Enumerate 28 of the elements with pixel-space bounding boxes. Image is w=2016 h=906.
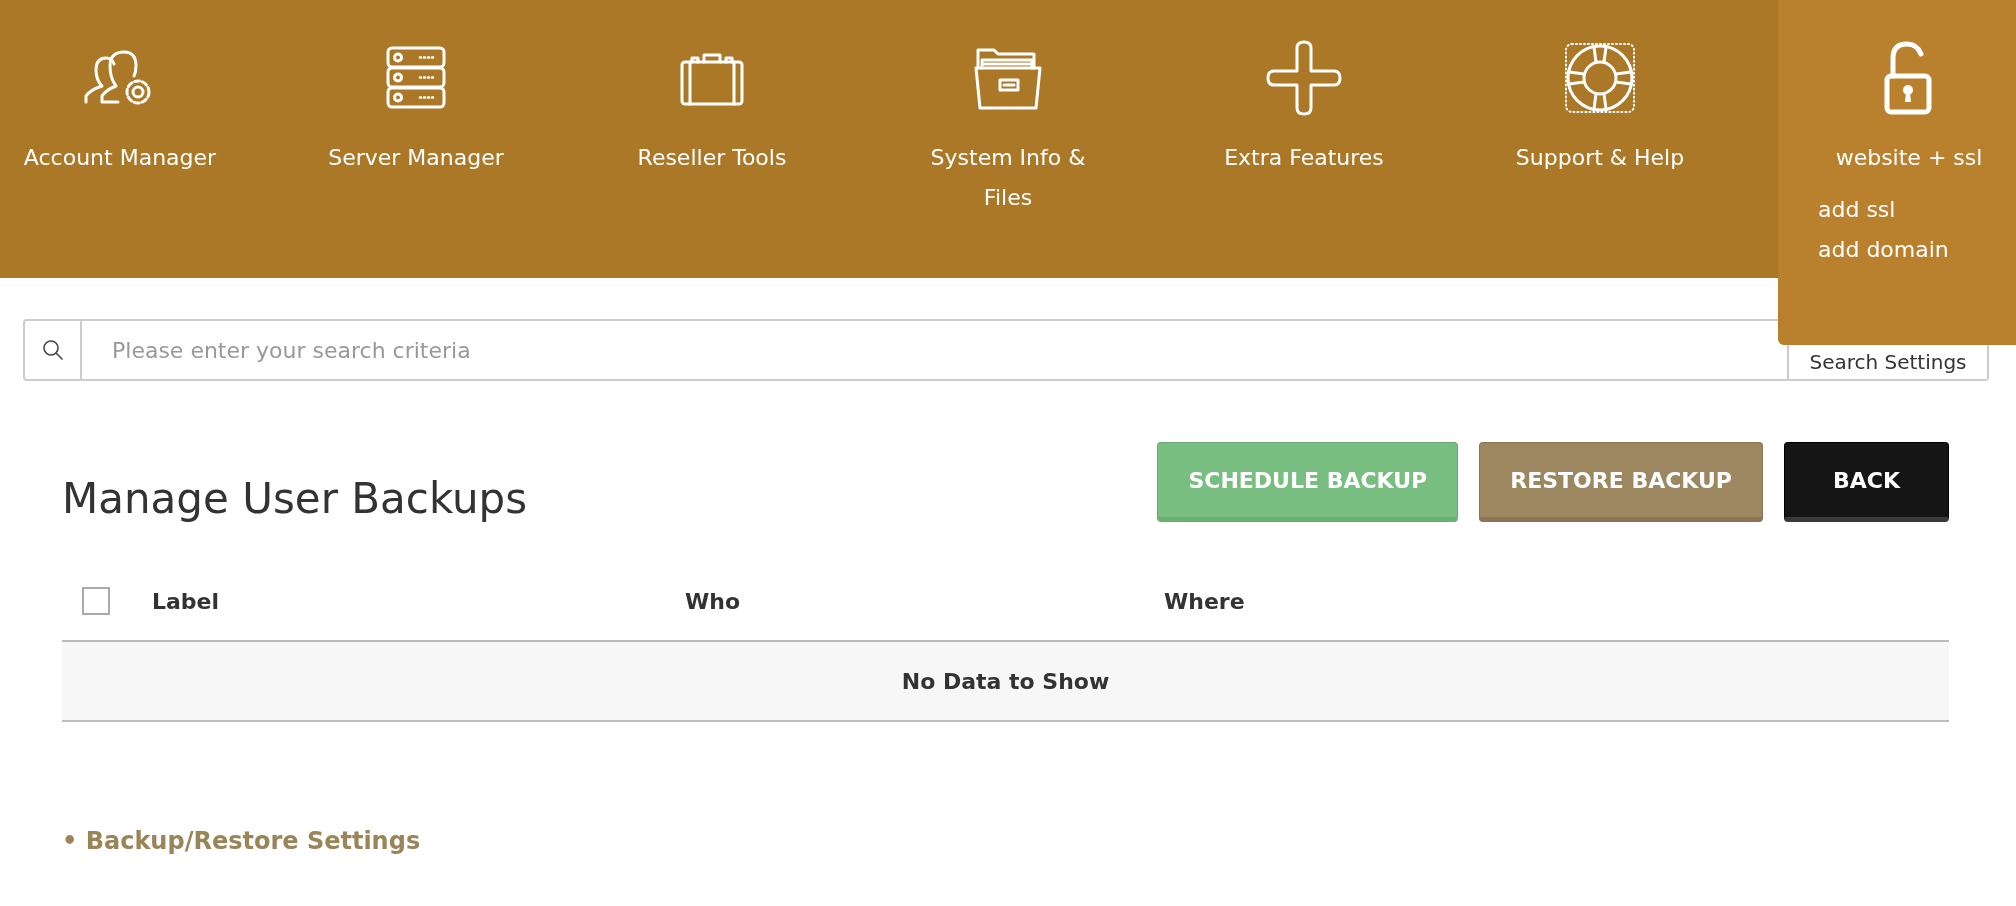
column-header: Who [685,588,742,614]
empty-message: No Data to Show [62,642,1949,722]
nav-item[interactable]: Account Manager [20,0,220,278]
nav-label: website + ssl [1834,144,1984,172]
settings-link[interactable]: • Backup/Restore Settings [62,827,421,855]
nav-label: Support & Help [1514,144,1686,172]
action-button[interactable]: SCHEDULE BACKUP [1157,442,1459,522]
nav-item[interactable]: Reseller Tools [612,0,812,278]
nav-label: Extra Features [1223,144,1385,172]
nav-label: System Info & Files [929,144,1087,212]
nav-label: Account Manager [22,144,218,172]
search-field[interactable]: Please enter your search criteria Search Settings [23,319,1989,381]
nav-item[interactable]: website + ssl [1778,0,2016,178]
nav-label: Server Manager [327,144,505,172]
nav-item[interactable]: Extra Features [1204,0,1404,278]
column-header: Where [1164,588,1245,614]
select-all-checkbox[interactable] [82,587,110,615]
nav-item[interactable]: System Info & Files [908,0,1108,278]
menu-item[interactable]: add domain [1818,230,1949,270]
action-button[interactable]: RESTORE BACKUP [1479,442,1763,522]
plus-icon [1264,38,1344,118]
column-header: Label [152,588,221,614]
menu-item[interactable]: add ssl [1818,190,1896,230]
page-title: Manage User Backups [62,474,528,523]
nav-label: Reseller Tools [636,144,788,172]
action-button[interactable]: BACK [1784,442,1949,522]
nav-item[interactable]: Support & Help [1500,0,1700,278]
nav-item[interactable]: Server Manager [316,0,516,278]
